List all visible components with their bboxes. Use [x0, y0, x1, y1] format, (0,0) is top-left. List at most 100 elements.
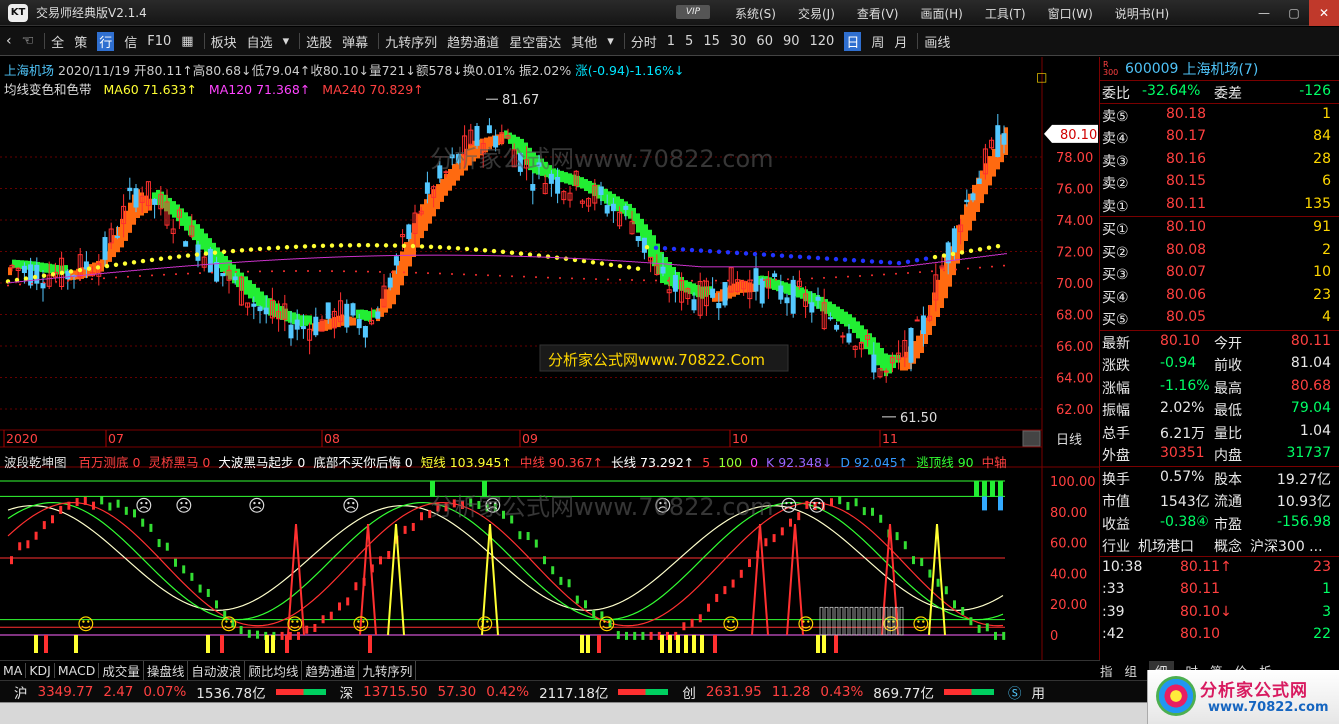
period-5[interactable]: 5 [685, 34, 693, 49]
tick-volume: 1 [1322, 581, 1331, 597]
period-120[interactable]: 120 [810, 34, 835, 49]
brand-line1: 分析家公式网 [1200, 681, 1308, 701]
toolbar-watchlist[interactable]: 自选 [247, 32, 273, 51]
stats2-row: 收益 -0.38④ 市盈 -156.98 [1100, 512, 1339, 535]
period-day[interactable]: 日 [844, 31, 862, 51]
sh-index[interactable]: 3349.77 [38, 684, 94, 700]
toolbar-quote[interactable]: 行 [97, 31, 115, 51]
ma60-dot [482, 248, 488, 253]
toolbar-all[interactable]: 全 [51, 32, 64, 51]
stats2-cell: 股本 [1214, 471, 1242, 488]
toolbar-draw[interactable]: 画线 [924, 32, 950, 51]
ma120-line [1001, 253, 1004, 255]
period-90[interactable]: 90 [783, 34, 800, 49]
bottom-signal-bar [668, 635, 672, 653]
stats-cell: 80.11 [1290, 332, 1331, 349]
tab-kdj[interactable]: KDJ [26, 663, 55, 678]
tab-nine-turn[interactable]: 九转序列 [359, 661, 417, 680]
tab-macd[interactable]: MACD [55, 663, 100, 678]
dollar-icon[interactable]: Ⓢ [1008, 682, 1022, 702]
panel-tab-group[interactable]: 组 [1125, 661, 1138, 680]
buy-price[interactable]: 80.05 [1166, 309, 1206, 325]
sell-price[interactable]: 80.18 [1166, 106, 1206, 122]
tab-trend[interactable]: 趋势通道 [302, 661, 360, 680]
toolbar-danmaku[interactable]: 弹幕 [342, 32, 368, 51]
back-arrow-icon[interactable]: ‹ [6, 33, 12, 49]
toolbar-other[interactable]: 其他 [571, 32, 597, 51]
ma240-dot [31, 282, 33, 285]
period-30[interactable]: 30 [730, 34, 747, 49]
layout-icon[interactable]: ▦ [181, 34, 193, 49]
ma120-line [908, 265, 911, 267]
toolbar-sector[interactable]: 板块 [211, 32, 237, 51]
toolbar-f10[interactable]: F10 [147, 34, 171, 49]
tab-volume[interactable]: 成交量 [99, 661, 144, 680]
tab-wave[interactable]: 自动波浪 [188, 661, 246, 680]
period-week[interactable]: 周 [871, 32, 884, 51]
maximize-button[interactable]: ▢ [1279, 0, 1309, 26]
toolbar-strategy[interactable]: 策 [74, 32, 87, 51]
sell-price[interactable]: 80.17 [1166, 128, 1206, 144]
ma120-line [194, 264, 197, 266]
period-60[interactable]: 60 [756, 34, 773, 49]
sub-indicator-label: 底部不买你后悔 0 [313, 455, 413, 470]
tab-operation[interactable]: 操盘线 [144, 661, 189, 680]
buy-price[interactable]: 80.08 [1166, 242, 1206, 258]
hand-cursor-icon[interactable]: ☜ [22, 33, 35, 49]
menu-tools[interactable]: 工具(T) [985, 5, 1026, 22]
menu-view[interactable]: 查看(V) [857, 5, 899, 22]
ma120-line [773, 266, 776, 268]
indicator-name[interactable]: 均线变色和色带 [4, 82, 92, 97]
ma120-line [998, 253, 1001, 255]
sub-indicator-name[interactable]: 波段乾坤图 [4, 455, 67, 470]
menu-trade[interactable]: 交易(J) [798, 5, 835, 22]
minimize-button[interactable]: — [1249, 0, 1279, 26]
buy-price[interactable]: 80.06 [1166, 287, 1206, 303]
ma120-line [161, 267, 164, 269]
toolbar-radar[interactable]: 星空雷达 [509, 32, 561, 51]
cy-index[interactable]: 2631.95 [706, 684, 762, 700]
kline-chart[interactable]: 78.00 76.00 74.00 72.00 70.00 68.00 66.00 64.00… [0, 57, 1100, 660]
period-month[interactable]: 月 [894, 32, 907, 51]
signal-dot [838, 496, 842, 505]
period-1[interactable]: 1 [667, 34, 675, 49]
period-minute[interactable]: 分时 [631, 32, 657, 51]
ma120-line [848, 266, 851, 268]
tab-ma[interactable]: MA [0, 663, 27, 678]
toolbar-nine-turn[interactable]: 九转序列 [385, 32, 437, 51]
ma60-dot [131, 260, 137, 265]
close-button[interactable]: ✕ [1309, 0, 1339, 26]
menu-system[interactable]: 系统(S) [735, 5, 776, 22]
menu-window[interactable]: 窗口(W) [1048, 5, 1093, 22]
dropdown-arrow-icon[interactable]: ▾ [607, 34, 614, 49]
ma240-dot [247, 270, 249, 273]
user-label[interactable]: 用 [1032, 682, 1046, 702]
sell-price[interactable]: 80.15 [1166, 173, 1206, 189]
ma120-line [419, 254, 422, 256]
buy-price[interactable]: 80.10 [1166, 219, 1206, 235]
menu-screen[interactable]: 画面(H) [920, 5, 962, 22]
settings-square-icon[interactable]: □ [1036, 70, 1047, 84]
vip-badge[interactable]: VIP [676, 5, 710, 19]
ma120-line [365, 255, 368, 257]
toolbar-trend-channel[interactable]: 趋势通道 [447, 32, 499, 51]
menu-manual[interactable]: 说明书(H) [1115, 5, 1169, 22]
sell-price[interactable]: 80.16 [1166, 151, 1206, 167]
ma120-line [377, 255, 380, 257]
panel-tab-index[interactable]: 指 [1100, 661, 1113, 680]
tab-guppy[interactable]: 顾比均线 [245, 661, 303, 680]
signal-dot [739, 569, 743, 578]
ma120-line [143, 269, 146, 271]
buy-price[interactable]: 80.07 [1166, 264, 1206, 280]
horizontal-scrollbar[interactable] [0, 702, 1339, 724]
signal-dot [165, 542, 169, 551]
dropdown-arrow-icon[interactable]: ▾ [283, 34, 290, 49]
toolbar-stock-picker[interactable]: 选股 [306, 32, 332, 51]
toolbar-info[interactable]: 信 [124, 32, 137, 51]
sz-index[interactable]: 13715.50 [363, 684, 427, 700]
sell-price[interactable]: 80.11 [1166, 196, 1206, 212]
ma60-dot [851, 258, 857, 263]
period-15[interactable]: 15 [703, 34, 720, 49]
chart-area[interactable]: 78.00 76.00 74.00 72.00 70.00 68.00 66.00 64.00… [0, 57, 1100, 660]
candle [555, 177, 561, 194]
